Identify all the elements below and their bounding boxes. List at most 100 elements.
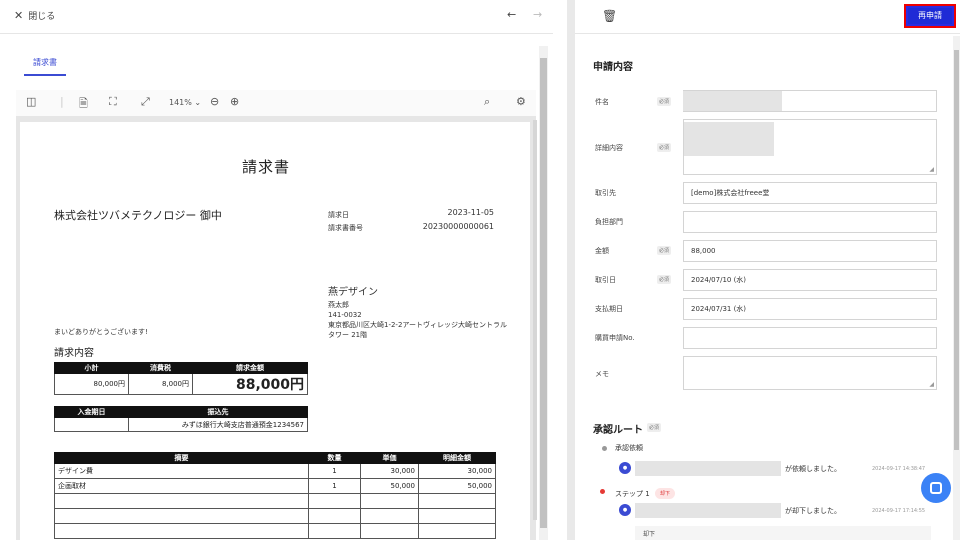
purchase-no-label: 購買申請No. — [595, 334, 635, 342]
next-arrow-icon[interactable]: → — [533, 8, 542, 21]
item-amount: 50,000 — [418, 478, 496, 494]
close-icon: ✕ — [14, 9, 24, 22]
required-badge: 必須 — [657, 246, 672, 255]
subtotal-value: 80,000円 — [54, 373, 129, 395]
settings-gear-icon[interactable]: ⚙ — [516, 95, 526, 108]
route-title: 承認ルート — [593, 425, 643, 436]
due-date-value: 2024/07/31 (水) — [691, 305, 747, 313]
tab-underline — [24, 74, 66, 76]
item-qty: 1 — [308, 463, 361, 479]
items-header: 摘要 — [54, 452, 309, 464]
sender-address: 東京都品川区大崎1-2-2アートヴィレッジ大崎セントラルタワー 21階 — [328, 321, 507, 339]
partner-field[interactable]: [demo]株式会社freee堂 — [683, 182, 937, 204]
requested-timestamp: 2024-09-17 14:38:47 — [872, 466, 926, 472]
required-badge: 必須 — [657, 143, 672, 152]
step-label: ステップ 1 — [615, 490, 650, 498]
payment-table: 入金期日 振込先 みずほ銀行大崎支店普通預金1234567 — [54, 406, 308, 432]
expand-icon[interactable]: ⤢ — [141, 95, 150, 109]
resize-grip-icon: ◢ — [929, 381, 934, 388]
table-row — [54, 508, 496, 524]
zoom-in-icon[interactable]: ⊕ — [230, 95, 239, 108]
item-desc — [54, 523, 309, 539]
fit-page-icon[interactable]: ⛶ — [109, 95, 117, 109]
comment-text: 却下 — [643, 531, 656, 538]
detail-masked-value — [684, 122, 774, 156]
item-desc — [54, 508, 309, 524]
close-label: 閉じる — [28, 12, 56, 22]
total-value: 88,000円 — [192, 373, 308, 395]
application-topbar: 🗑 再申請 — [575, 0, 960, 34]
table-row — [54, 523, 496, 539]
item-price — [360, 523, 419, 539]
route-dot — [602, 446, 607, 451]
department-label: 負担部門 — [595, 218, 623, 226]
pdf-scrollbar[interactable] — [533, 120, 537, 520]
avatar: ● — [619, 462, 631, 474]
payment-header: 振込先 — [128, 406, 308, 418]
department-field[interactable] — [683, 211, 937, 233]
memo-textarea[interactable]: ◢ — [683, 356, 937, 390]
item-desc — [54, 493, 309, 509]
sidebar-toggle-icon[interactable]: ◫ — [26, 95, 36, 108]
document-scrollbar[interactable] — [539, 46, 548, 540]
invoice-date-label: 請求日 — [328, 211, 349, 219]
trash-icon[interactable]: 🗑 — [602, 9, 617, 23]
reapply-button[interactable]: 再申請 — [904, 4, 956, 28]
invoice-number-value: 20230000000061 — [422, 222, 494, 231]
table-row: 企画取材 1 50,000 50,000 — [54, 478, 496, 494]
application-pane: 🗑 再申請 申請内容 件名 必須 詳細内容 必須 ◢ 取引先 [demo]株式会… — [575, 0, 960, 540]
close-button[interactable]: ✕ 閉じる — [14, 9, 55, 22]
summary-header: 小計 — [54, 362, 129, 374]
item-price: 50,000 — [360, 478, 419, 494]
items-header: 明細金額 — [418, 452, 496, 464]
zoom-out-icon[interactable]: ⊖ — [210, 95, 219, 108]
route-dot-error — [600, 489, 605, 494]
txn-date-label: 取引日 — [595, 276, 616, 284]
item-price: 30,000 — [360, 463, 419, 479]
payment-header: 入金期日 — [54, 406, 129, 418]
item-qty — [308, 508, 361, 524]
scrollbar-thumb[interactable] — [540, 58, 547, 528]
request-label: 承認依頼 — [615, 444, 643, 452]
subject-masked-value — [683, 91, 782, 111]
item-amount: 30,000 — [418, 463, 496, 479]
chat-button[interactable] — [921, 473, 951, 503]
memo-label: メモ — [595, 370, 609, 378]
txn-date-field[interactable]: 2024/07/10 (水) — [683, 269, 937, 291]
item-desc: デザイン費 — [54, 463, 309, 479]
item-amount — [418, 493, 496, 509]
partner-label: 取引先 — [595, 189, 616, 197]
rejected-text: が却下しました。 — [785, 507, 841, 515]
amount-value: 88,000 — [691, 247, 716, 255]
invoice-date-value: 2023-11-05 — [447, 208, 495, 217]
amount-field[interactable]: 88,000 — [683, 240, 937, 262]
document-icon[interactable]: 🗎 — [79, 95, 88, 114]
item-qty — [308, 523, 361, 539]
required-badge: 必須 — [657, 97, 672, 106]
invoice-number-label: 請求書番号 — [328, 224, 363, 232]
toolbar-separator: | — [60, 95, 64, 108]
purchase-no-field[interactable] — [683, 327, 937, 349]
app-root: ✕ 閉じる ← → 請求書 ◫ | 🗎 ⛶ ⤢ 141% ⌄ ⊖ ⊕ ⌕ ⚙ 請… — [0, 0, 960, 540]
item-amount — [418, 508, 496, 524]
prev-arrow-icon[interactable]: ← — [507, 8, 516, 21]
required-badge: 必須 — [647, 423, 662, 432]
detail-label: 詳細内容 — [595, 144, 623, 152]
txn-date-value: 2024/07/10 (水) — [691, 276, 747, 284]
search-icon[interactable]: ⌕ — [484, 95, 490, 109]
document-topbar: ✕ 閉じる ← → — [0, 0, 553, 34]
document-pane: ✕ 閉じる ← → 請求書 ◫ | 🗎 ⛶ ⤢ 141% ⌄ ⊖ ⊕ ⌕ ⚙ 請… — [0, 0, 553, 540]
amount-label: 金額 — [595, 247, 609, 255]
pane-divider — [553, 0, 567, 540]
due-date-field[interactable]: 2024/07/31 (水) — [683, 298, 937, 320]
zoom-select[interactable]: 141% ⌄ — [169, 98, 201, 107]
pdf-toolbar: ◫ | 🗎 ⛶ ⤢ 141% ⌄ ⊖ ⊕ ⌕ ⚙ — [16, 90, 536, 116]
items-header: 数量 — [308, 452, 361, 464]
avatar: ● — [619, 504, 631, 516]
sender-block: 燕デザイン 燕太郎 141-0032 東京都品川区大崎1-2-2アートヴィレッジ… — [328, 286, 508, 340]
scrollbar-thumb[interactable] — [954, 50, 959, 450]
invoice-page: 請求書 株式会社ツバメテクノロジー 御中 請求日 2023-11-05 請求書番… — [20, 122, 530, 540]
rejection-comment: 却下 — [635, 526, 931, 540]
resize-handle[interactable] — [567, 0, 575, 540]
application-scrollbar[interactable] — [953, 36, 960, 540]
